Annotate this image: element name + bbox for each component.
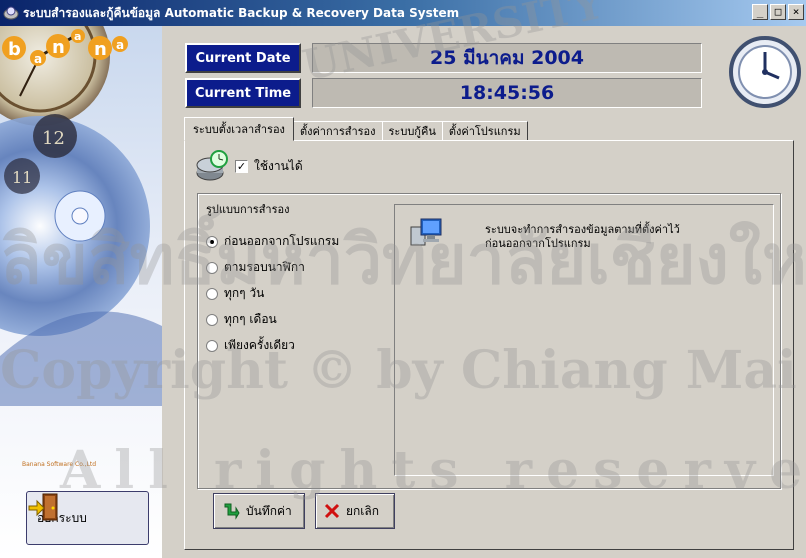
radio-label: ทุกๆ วัน bbox=[224, 286, 265, 300]
radio-button[interactable] bbox=[206, 261, 218, 274]
radio-button[interactable] bbox=[206, 313, 218, 326]
enable-checkbox[interactable]: ✓ bbox=[235, 159, 248, 173]
radio-label: เพียงครั้งเดียว bbox=[224, 338, 295, 352]
radio-before-exit[interactable]: ก่อนออกจากโปรแกรม bbox=[206, 232, 339, 251]
disk-clock-icon bbox=[196, 150, 228, 181]
backup-mode-title: รูปแบบการสำรอง bbox=[206, 203, 290, 216]
logo-caption: Banana Software Co.,Ltd bbox=[22, 461, 97, 468]
tab-backup-settings[interactable]: ตั้งค่าการสำรอง bbox=[292, 121, 383, 141]
radio-button[interactable] bbox=[206, 287, 218, 300]
schedule-tab-panel: ✓ ใช้งานได้ รูปแบบการสำรอง ก่อนออกจากโปร… bbox=[184, 140, 794, 550]
title-bar: ระบบสำรองและกู้คืนข้อมูล Automatic Backu… bbox=[0, 0, 806, 26]
main-area: Current Date 25 มีนาคม 2004 Current Time… bbox=[162, 26, 806, 558]
close-button[interactable]: × bbox=[788, 4, 804, 20]
backup-mode-group: รูปแบบการสำรอง ก่อนออกจากโปรแกรม ตามรอบน… bbox=[197, 193, 781, 489]
clock-disk-artwork: 12 11 bbox=[0, 26, 162, 406]
save-button-label: บันทึกค่า bbox=[246, 503, 292, 518]
tab-strip: ระบบตั้งเวลาสำรอง ตั้งค่าการสำรอง ระบบกู… bbox=[184, 117, 528, 141]
svg-text:12: 12 bbox=[42, 128, 65, 149]
tab-program-settings[interactable]: ตั้งค่าโปรแกรม bbox=[441, 121, 528, 141]
clock-icon bbox=[729, 36, 801, 108]
svg-text:b: b bbox=[8, 39, 21, 60]
minimize-button[interactable]: _ bbox=[752, 4, 768, 20]
exit-button[interactable]: ออกระบบ bbox=[26, 491, 149, 545]
radio-label: ตามรอบนาฬิกา bbox=[224, 260, 305, 274]
cancel-x-icon bbox=[324, 503, 340, 519]
enable-row: ✓ ใช้งานได้ bbox=[195, 149, 303, 183]
description-line-1: ระบบจะทำการสำรองข้อมูลตามที่ตั้งค่าไว้ bbox=[485, 223, 680, 236]
svg-text:n: n bbox=[52, 37, 65, 58]
svg-text:11: 11 bbox=[12, 168, 32, 187]
svg-text:a: a bbox=[116, 38, 124, 52]
enable-label: ใช้งานได้ bbox=[254, 158, 303, 173]
radio-label: ก่อนออกจากโปรแกรม bbox=[224, 234, 340, 248]
cancel-button-label: ยกเลิก bbox=[346, 503, 380, 518]
save-arrow-icon bbox=[224, 503, 240, 520]
app-icon bbox=[3, 6, 19, 20]
computer-icon bbox=[410, 218, 442, 246]
save-button[interactable]: บันทึกค่า bbox=[213, 493, 305, 529]
cancel-button[interactable]: ยกเลิก bbox=[315, 493, 395, 529]
radio-once[interactable]: เพียงครั้งเดียว bbox=[206, 336, 295, 355]
current-time-label: Current Time bbox=[185, 78, 301, 108]
radio-monthly[interactable]: ทุกๆ เดือน bbox=[206, 310, 277, 329]
svg-text:n: n bbox=[94, 39, 107, 60]
current-date-value: 25 มีนาคม 2004 bbox=[312, 43, 702, 73]
current-date-label: Current Date bbox=[185, 43, 301, 73]
left-art-panel: 12 11 b a n a n a Banana Software Co.,Lt… bbox=[0, 26, 162, 558]
radio-daily[interactable]: ทุกๆ วัน bbox=[206, 284, 264, 303]
maximize-button[interactable]: □ bbox=[770, 4, 786, 20]
svg-text:a: a bbox=[74, 30, 81, 43]
window-title: ระบบสำรองและกู้คืนข้อมูล Automatic Backu… bbox=[23, 5, 460, 20]
tab-schedule[interactable]: ระบบตั้งเวลาสำรอง bbox=[184, 117, 294, 141]
description-line-2: ก่อนออกจากโปรแกรม bbox=[485, 237, 591, 250]
description-text: ระบบจะทำการสำรองข้อมูลตามที่ตั้งค่าไว้ ก… bbox=[485, 223, 680, 251]
radio-button[interactable] bbox=[206, 235, 218, 248]
radio-button[interactable] bbox=[206, 339, 218, 352]
radio-clock-cycle[interactable]: ตามรอบนาฬิกา bbox=[206, 258, 305, 277]
radio-label: ทุกๆ เดือน bbox=[224, 312, 277, 326]
svg-text:a: a bbox=[34, 52, 42, 66]
company-logo: b a n a n a bbox=[2, 29, 128, 66]
tab-recovery[interactable]: ระบบกู้คืน bbox=[381, 121, 443, 141]
exit-door-icon bbox=[28, 493, 58, 521]
description-box: ระบบจะทำการสำรองข้อมูลตามที่ตั้งค่าไว้ ก… bbox=[394, 204, 774, 476]
current-time-value: 18:45:56 bbox=[312, 78, 702, 108]
